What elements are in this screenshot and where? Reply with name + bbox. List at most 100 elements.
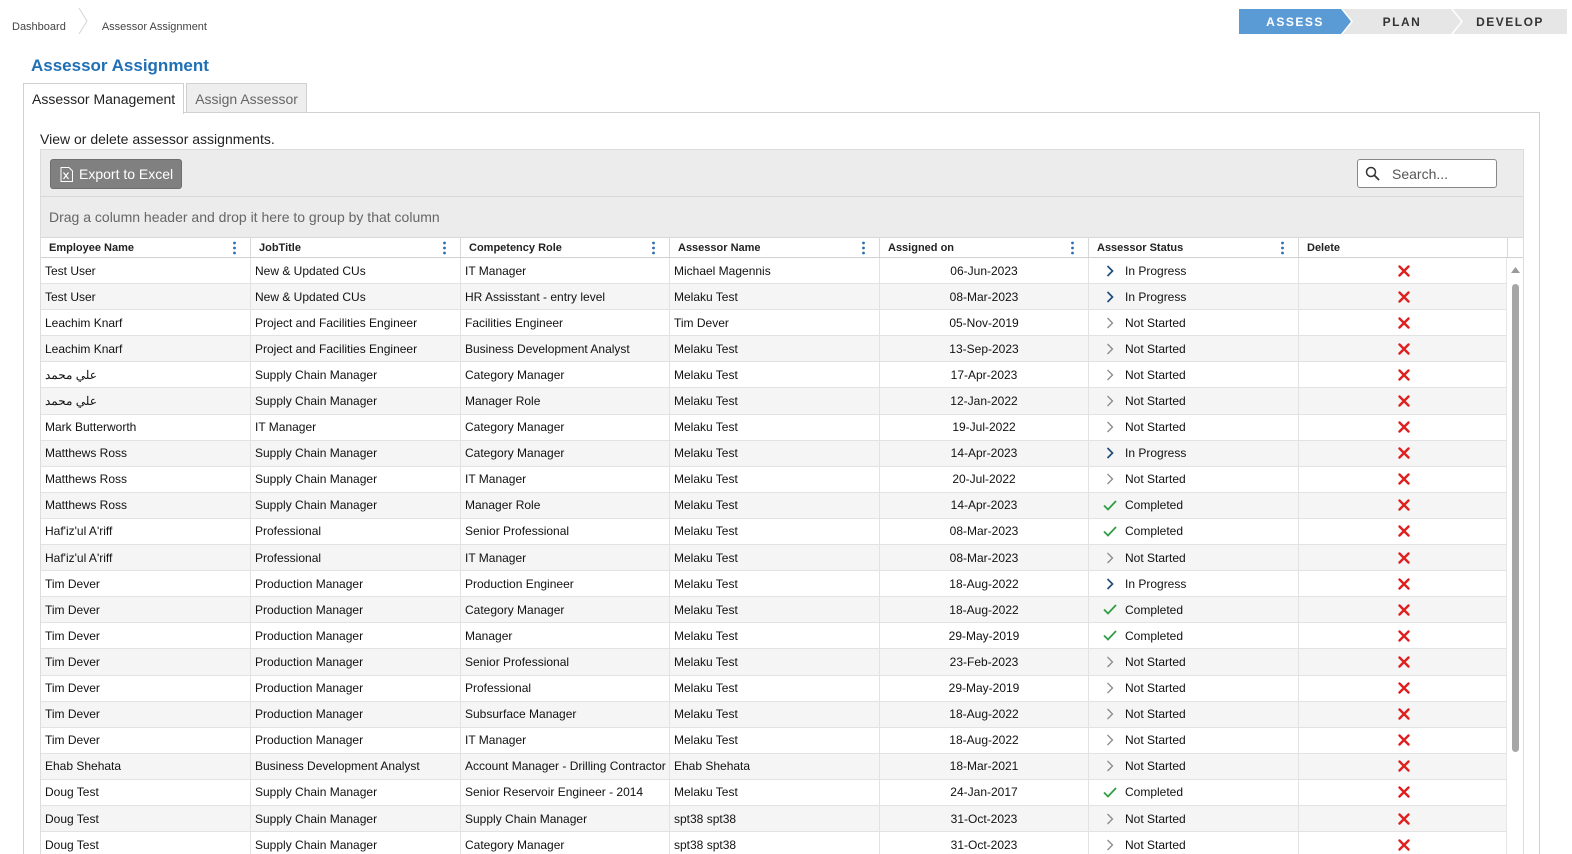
table-row[interactable]: Haf'iz'ul A'riff Professional Senior Profe… [41, 518, 1523, 546]
column-header-employee-name[interactable]: Employee Name [41, 238, 251, 257]
cell-assessor-status[interactable]: Completed [1089, 779, 1299, 805]
column-header-assessor-status[interactable]: Assessor Status [1089, 238, 1299, 257]
table-row[interactable]: Test User New & Updated CUs IT Manager Mich… [41, 258, 1523, 285]
table-row[interactable]: Matthews Ross Supply Chain Manager Manager… [41, 492, 1523, 519]
column-header-competency-role[interactable]: Competency Role [461, 238, 670, 257]
scroll-up-arrow-icon[interactable] [1511, 267, 1520, 273]
table-row[interactable]: Tim Dever Production Manager Subsurface Ma… [41, 701, 1523, 728]
delete-button[interactable] [1299, 310, 1508, 335]
cell-assessor-status[interactable]: In Progress [1089, 440, 1299, 466]
delete-button[interactable] [1299, 832, 1508, 854]
tab-assessor-management[interactable]: Assessor Management [23, 83, 185, 114]
column-header-assessor-name[interactable]: Assessor Name [670, 238, 880, 257]
column-menu-icon[interactable] [862, 241, 865, 255]
tab-assign-assessor[interactable]: Assign Assessor [186, 83, 307, 113]
delete-button[interactable] [1299, 467, 1508, 492]
cell-assessor-status[interactable]: Not Started [1089, 545, 1299, 571]
table-row[interactable]: Leachim Knarf Project and Facilities Engi… [41, 310, 1523, 337]
export-to-excel-button[interactable]: Export to Excel [50, 159, 182, 189]
table-row[interactable]: Tim Dever Production Manager Category Mana… [41, 597, 1523, 624]
table-row[interactable]: Tim Dever Production Manager Professional M… [41, 675, 1523, 702]
column-menu-icon[interactable] [1281, 241, 1284, 255]
column-header-label: Competency Role [469, 241, 562, 254]
column-header-label: Assigned on [888, 241, 955, 254]
column-menu-icon[interactable] [233, 241, 236, 255]
table-row[interactable]: Matthews Ross Supply Chain Manager Categor… [41, 440, 1523, 467]
chevron-right-dark-icon [1103, 577, 1117, 591]
delete-button[interactable] [1299, 623, 1508, 648]
delete-button[interactable] [1299, 336, 1508, 361]
search-box[interactable] [1357, 159, 1497, 188]
cell-assessor-status[interactable]: Not Started [1089, 753, 1299, 779]
column-header-assigned-on[interactable]: Assigned on [880, 238, 1089, 257]
column-header-job-title[interactable]: JobTitle [251, 238, 461, 257]
delete-button[interactable] [1299, 493, 1508, 518]
step-plan[interactable]: PLAN [1343, 9, 1461, 34]
delete-button[interactable] [1299, 780, 1508, 805]
cell-assessor-status[interactable]: Not Started [1089, 414, 1299, 440]
vertical-scrollbar[interactable] [1506, 258, 1523, 854]
cell-assessor-status[interactable]: Not Started [1089, 466, 1299, 492]
cell-assessor-status[interactable]: Completed [1089, 492, 1299, 518]
delete-button[interactable] [1299, 571, 1508, 596]
delete-button[interactable] [1299, 728, 1508, 753]
delete-button[interactable] [1299, 806, 1508, 831]
table-row[interactable]: Ehab Shehata Business Development Analyst… [41, 753, 1523, 780]
column-menu-icon[interactable] [443, 241, 446, 255]
search-input[interactable] [1392, 165, 1492, 182]
group-by-drop-area[interactable]: Drag a column header and drop it here to… [41, 197, 1523, 238]
cell-assigned-on: 29-May-2019 [880, 675, 1089, 701]
table-row[interactable]: Mark Butterworth IT Manager Category Manag… [41, 414, 1523, 441]
scrollbar-thumb[interactable] [1512, 284, 1519, 752]
cell-assessor-status[interactable]: Not Started [1089, 832, 1299, 854]
cell-assessor-status[interactable]: Completed [1089, 623, 1299, 649]
table-row[interactable]: Test User New & Updated CUs HR Assisstant … [41, 284, 1523, 311]
table-row[interactable]: Tim Dever Production Manager Manager Melaku… [41, 623, 1523, 650]
cell-assessor-status[interactable]: Not Started [1089, 388, 1299, 414]
column-menu-icon[interactable] [1071, 241, 1074, 255]
delete-button[interactable] [1299, 649, 1508, 674]
cell-assessor-status[interactable]: Completed [1089, 518, 1299, 545]
status-label: Not Started [1125, 707, 1186, 722]
step-assess[interactable]: ASSESS [1239, 9, 1351, 34]
cell-assessor-status[interactable]: Not Started [1089, 310, 1299, 336]
delete-button[interactable] [1299, 258, 1508, 283]
table-row[interactable]: Tim Dever Production Manager Senior Profes… [41, 649, 1523, 676]
cell-assessor-status[interactable]: Not Started [1089, 727, 1299, 753]
table-row[interactable]: Leachim Knarf Project and Facilities Engi… [41, 336, 1523, 363]
table-row[interactable]: Doug Test Supply Chain Manager Supply Chai… [41, 805, 1523, 833]
cell-assessor-status[interactable]: Not Started [1089, 336, 1299, 362]
breadcrumb-dashboard-link[interactable]: Dashboard [12, 21, 66, 33]
table-row[interactable]: Doug Test Supply Chain Manager Category Ma… [41, 832, 1523, 854]
cell-assessor-status[interactable]: Not Started [1089, 805, 1299, 832]
delete-button[interactable] [1299, 754, 1508, 779]
delete-button[interactable] [1299, 545, 1508, 570]
table-row[interactable]: علي محمد Supply Chain Manager Category Man… [41, 362, 1523, 389]
delete-button[interactable] [1299, 362, 1508, 387]
table-row[interactable]: Tim Dever Production Manager Production En… [41, 571, 1523, 598]
cell-assessor-status[interactable]: Not Started [1089, 649, 1299, 675]
column-menu-icon[interactable] [652, 241, 655, 255]
table-row[interactable]: Tim Dever Production Manager IT Manager Mel… [41, 727, 1523, 754]
cell-assessor-status[interactable]: In Progress [1089, 258, 1299, 284]
cell-assessor-status[interactable]: Not Started [1089, 701, 1299, 727]
cell-assessor-status[interactable]: Completed [1089, 597, 1299, 623]
delete-x-icon [1397, 630, 1410, 642]
delete-button[interactable] [1299, 597, 1508, 622]
delete-button[interactable] [1299, 441, 1508, 466]
delete-button[interactable] [1299, 284, 1508, 309]
cell-assessor-status[interactable]: In Progress [1089, 284, 1299, 310]
table-row[interactable]: Haf'iz'ul A'riff Professional IT Manager Me… [41, 545, 1523, 572]
table-row[interactable]: Doug Test Supply Chain Manager Senior Rese… [41, 779, 1523, 806]
cell-assessor-status[interactable]: In Progress [1089, 571, 1299, 597]
step-develop[interactable]: DEVELOP [1453, 9, 1567, 34]
delete-button[interactable] [1299, 676, 1508, 701]
table-row[interactable]: Matthews Ross Supply Chain Manager IT Mana… [41, 466, 1523, 493]
table-row[interactable]: علي محمد Supply Chain Manager Manager Role… [41, 388, 1523, 415]
delete-button[interactable] [1299, 415, 1508, 440]
delete-button[interactable] [1299, 388, 1508, 413]
cell-assessor-status[interactable]: Not Started [1089, 675, 1299, 701]
delete-button[interactable] [1299, 519, 1508, 544]
cell-assessor-status[interactable]: Not Started [1089, 362, 1299, 388]
delete-button[interactable] [1299, 702, 1508, 727]
